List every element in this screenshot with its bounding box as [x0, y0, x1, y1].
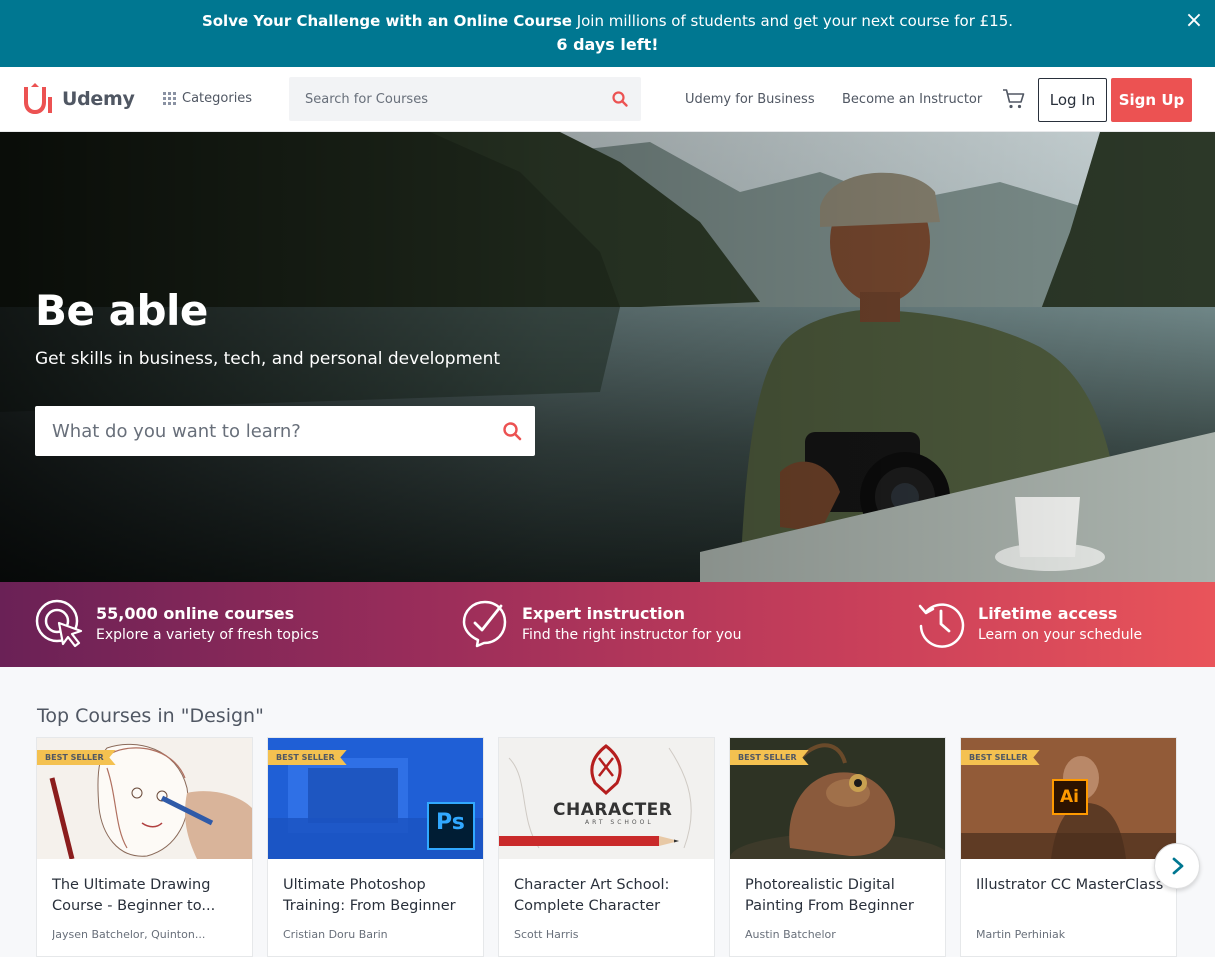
value-prop-title: Lifetime access [978, 604, 1118, 623]
course-card[interactable]: BEST SELLER The Ultimate Drawing Course … [36, 737, 253, 957]
course-card[interactable]: Ps BEST SELLER Ultimate Photoshop Traini… [267, 737, 484, 957]
header-search [289, 77, 641, 121]
course-author: Scott Harris [514, 928, 579, 941]
login-button[interactable]: Log In [1038, 78, 1107, 122]
value-props-strip: 55,000 online courses Explore a variety … [0, 582, 1215, 667]
carousel-next-button[interactable] [1154, 843, 1200, 889]
value-prop-courses: 55,000 online courses Explore a variety … [34, 598, 354, 650]
course-title[interactable]: Character Art School: Complete Character [514, 875, 709, 917]
udemy-for-business-link[interactable]: Udemy for Business [685, 92, 815, 107]
value-prop-title: Expert instruction [522, 604, 685, 623]
promo-text: Join millions of students and get your n… [576, 12, 1014, 30]
clock-history-icon [918, 603, 965, 648]
search-icon[interactable] [502, 421, 522, 441]
course-card[interactable]: Ai BEST SELLER Illustrator CC MasterClas… [960, 737, 1177, 957]
value-prop-instruction: Expert instruction Find the right instru… [460, 598, 780, 650]
course-thumbnail: BEST SELLER [37, 738, 252, 859]
course-title[interactable]: Illustrator CC MasterClass [976, 875, 1171, 896]
site-header: Udemy Categories Udemy for Business Beco… [0, 67, 1215, 132]
hero-title: Be able [35, 286, 208, 335]
best-seller-badge: BEST SELLER [961, 750, 1040, 765]
course-title[interactable]: Ultimate Photoshop Training: From Beginn… [283, 875, 478, 917]
value-prop-desc: Find the right instructor for you [522, 627, 742, 643]
value-prop-desc: Explore a variety of fresh topics [96, 627, 319, 643]
search-icon[interactable] [611, 90, 629, 108]
header-search-input[interactable] [289, 77, 599, 121]
promo-banner: Solve Your Challenge with an Online Cour… [0, 0, 1215, 67]
best-seller-badge: BEST SELLER [37, 750, 116, 765]
chevron-right-icon [1172, 857, 1184, 875]
course-thumbnail: Ai BEST SELLER [961, 738, 1176, 859]
promo-message: Solve Your Challenge with an Online Cour… [0, 12, 1215, 30]
value-prop-lifetime: Lifetime access Learn on your schedule [916, 598, 1196, 650]
course-thumbnail: Ps BEST SELLER [268, 738, 483, 859]
become-instructor-link[interactable]: Become an Instructor [842, 92, 982, 107]
best-seller-badge: BEST SELLER [730, 750, 809, 765]
character-label: CHARACTER [553, 800, 673, 820]
logo-text: Udemy [62, 88, 135, 110]
photoshop-label: Ps [436, 810, 465, 835]
course-author: Austin Batchelor [745, 928, 836, 941]
course-card[interactable]: BEST SELLER Photorealistic Digital Paint… [729, 737, 946, 957]
hero-banner: Be able Get skills in business, tech, an… [0, 132, 1215, 582]
section-title: Top Courses in "Design" [37, 705, 264, 727]
best-seller-badge: BEST SELLER [268, 750, 347, 765]
art-school-label: ART SCHOOL [585, 819, 654, 826]
hero-search [35, 406, 535, 456]
course-card[interactable]: CHARACTER ART SCHOOL Character Art Schoo… [498, 737, 715, 957]
hero-subtitle: Get skills in business, tech, and person… [35, 349, 501, 369]
promo-headline: Solve Your Challenge with an Online Cour… [201, 12, 572, 30]
udemy-logo[interactable]: Udemy [20, 83, 135, 115]
grid-icon [163, 92, 176, 105]
course-thumbnail: CHARACTER ART SCHOOL [499, 738, 714, 859]
udemy-logo-icon [24, 83, 52, 114]
categories-label: Categories [182, 91, 253, 106]
value-prop-title: 55,000 online courses [96, 604, 295, 623]
signup-button[interactable]: Sign Up [1111, 78, 1192, 122]
course-thumbnail: BEST SELLER [730, 738, 945, 859]
value-prop-desc: Learn on your schedule [978, 627, 1143, 643]
course-author: Martin Perhiniak [976, 928, 1066, 941]
promo-countdown: 6 days left! [556, 35, 659, 54]
check-badge-icon [462, 600, 507, 648]
categories-menu[interactable]: Categories [163, 91, 252, 106]
course-author: Jaysen Batchelor, Quinton... [52, 928, 206, 941]
cart-icon[interactable] [1002, 88, 1026, 110]
course-title[interactable]: The Ultimate Drawing Course - Beginner t… [52, 875, 247, 917]
close-icon[interactable]: × [1183, 10, 1205, 32]
hero-search-input[interactable] [35, 406, 485, 456]
target-cursor-icon [35, 599, 83, 648]
course-title[interactable]: Photorealistic Digital Painting From Beg… [745, 875, 940, 917]
course-author: Cristian Doru Barin [283, 928, 388, 941]
illustrator-label: Ai [1060, 787, 1079, 807]
